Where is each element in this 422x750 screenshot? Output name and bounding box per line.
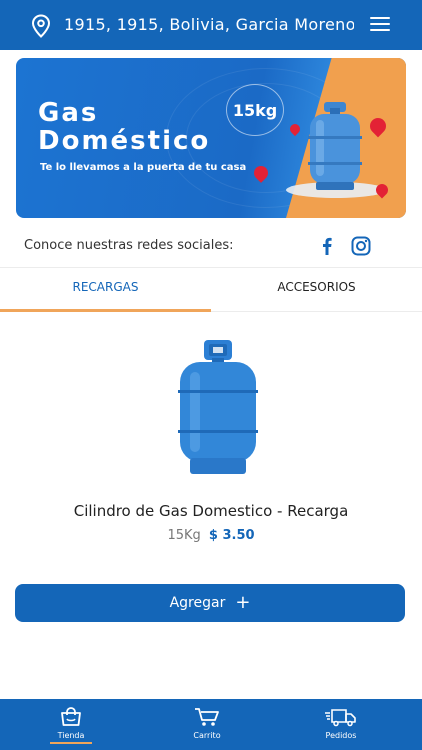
nav-tienda[interactable]: Tienda: [26, 707, 116, 747]
banner-title-line1: Gas: [38, 98, 99, 128]
promo-banner[interactable]: Gas Doméstico Te lo llevamos a la puerta…: [16, 58, 406, 218]
tab-accesorios[interactable]: ACCESORIOS: [211, 268, 422, 312]
delivery-address[interactable]: 1915, 1915, Bolivia, Garcia Moreno...: [64, 15, 354, 34]
nav-label: Pedidos: [325, 731, 357, 740]
product-price-row: 15Kg $ 3.50: [0, 528, 422, 543]
social-links-row: Conoce nuestras redes sociales:: [0, 224, 422, 268]
product-name: Cilindro de Gas Domestico - Recarga: [73, 502, 349, 520]
add-to-cart-button[interactable]: Agregar +: [15, 584, 405, 622]
tab-recargas[interactable]: RECARGAS: [0, 268, 211, 312]
add-button-label: Agregar: [169, 595, 226, 611]
hamburger-menu-icon[interactable]: [370, 17, 390, 33]
banner-weight-badge: 15kg: [226, 84, 284, 136]
nav-label: Tienda: [57, 731, 85, 740]
product-price: $ 3.50: [208, 528, 255, 543]
banner-tagline: Te lo llevamos a la puerta de tu casa: [40, 162, 247, 173]
nav-pedidos[interactable]: Pedidos: [296, 707, 386, 747]
map-pin-icon[interactable]: [30, 14, 52, 38]
cart-icon: [195, 708, 219, 726]
category-tabs: RECARGAS ACCESORIOS: [0, 268, 422, 312]
banner-title-line2: Doméstico: [38, 126, 211, 156]
social-label: Conoce nuestras redes sociales:: [24, 238, 234, 253]
nav-carrito[interactable]: Carrito: [162, 707, 252, 747]
instagram-icon[interactable]: [351, 236, 371, 256]
product-image[interactable]: [176, 338, 260, 478]
plus-icon: +: [235, 592, 251, 613]
nav-label: Carrito: [193, 731, 221, 740]
delivery-truck-icon: [325, 709, 356, 727]
app-header: 1915, 1915, Bolivia, Garcia Moreno...: [0, 0, 422, 50]
gas-cylinder-icon: [308, 102, 362, 190]
facebook-icon[interactable]: [318, 236, 336, 256]
active-indicator: [50, 742, 92, 744]
shopping-bag-icon: [61, 707, 81, 726]
bottom-navigation: Tienda Carrito Pedidos: [0, 699, 422, 750]
product-weight: 15Kg: [167, 528, 201, 543]
